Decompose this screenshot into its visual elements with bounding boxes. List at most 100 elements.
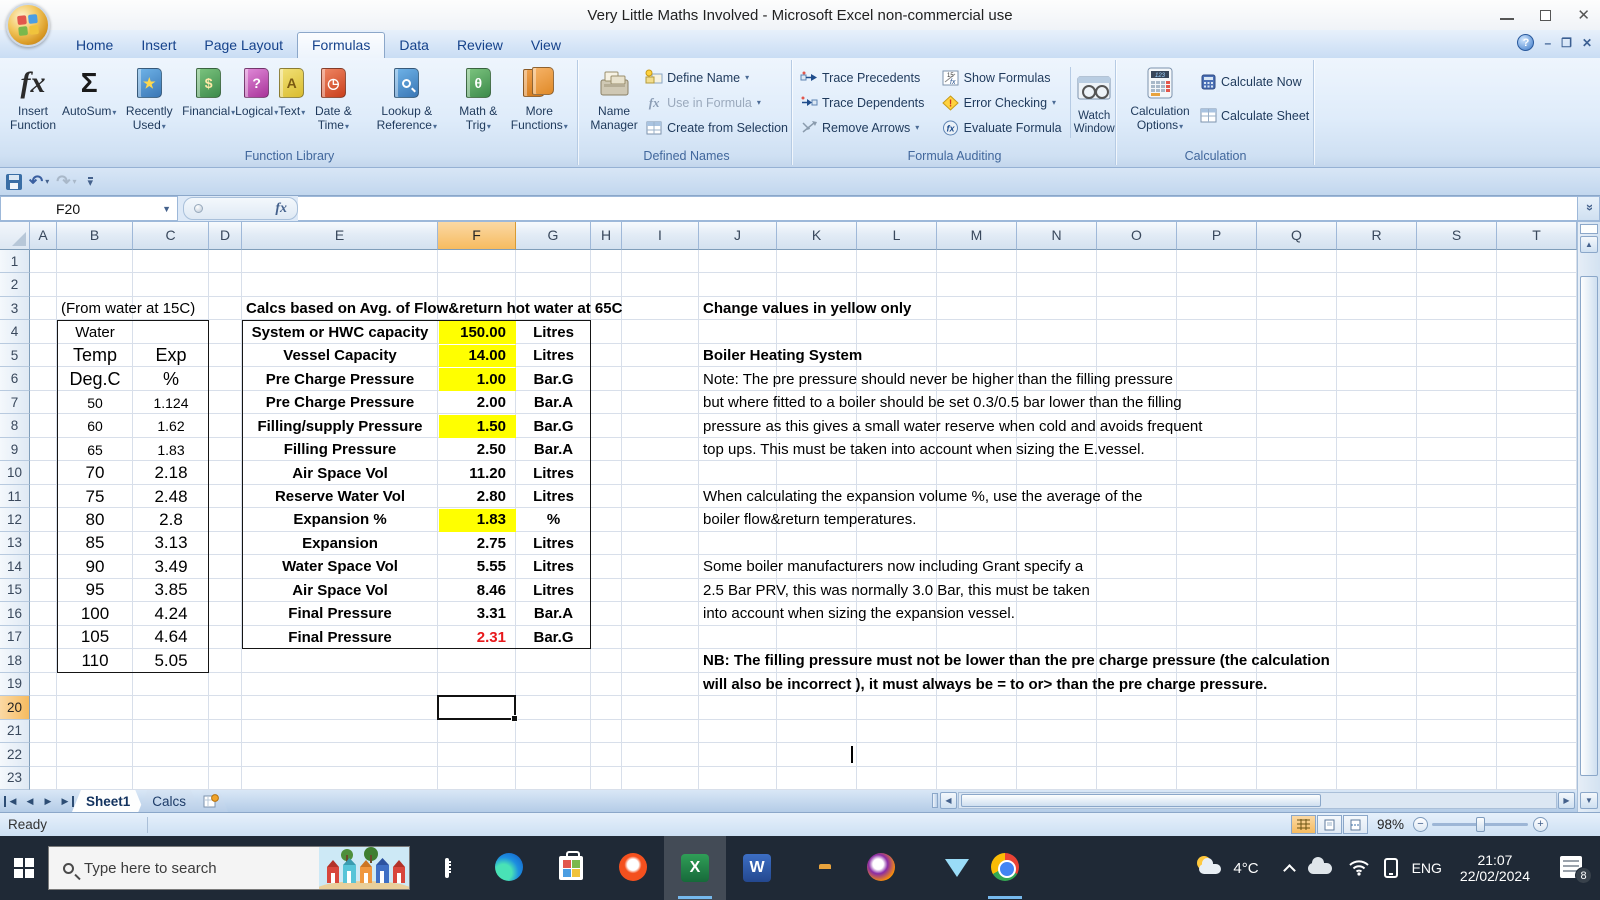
ribbon-minimize-icon[interactable]: – [1544,36,1551,50]
name-manager-button[interactable]: Name Manager [586,60,642,146]
cell-J14[interactable]: Some boiler manufacturers now including … [699,555,1083,578]
ribbon-button-show-formulas[interactable]: 15 fx Show Formulas [939,65,1071,90]
taskbar-app-mail[interactable] [912,836,974,900]
cell-J18[interactable]: NB: The filling pressure must not be low… [699,649,1330,672]
zoom-out-icon[interactable]: − [1413,817,1428,832]
tab-page-layout[interactable]: Page Layout [190,33,297,58]
cell-C18[interactable]: 5.05 [133,649,209,672]
column-header-F[interactable]: F [438,222,516,250]
your-phone-icon[interactable] [1383,858,1398,878]
ribbon-button-more-functions[interactable]: More Functions▾ [505,60,574,146]
cell-J3[interactable]: Change values in yellow only [699,297,911,320]
vertical-split-handle[interactable] [1580,224,1598,234]
vertical-scrollbar-thumb[interactable] [1580,276,1598,776]
row-header-9[interactable]: 9 [0,437,30,462]
column-header-H[interactable]: H [591,222,622,250]
first-sheet-icon[interactable]: ◀ [4,795,20,807]
cell-B12[interactable]: 80 [57,508,133,531]
column-header-L[interactable]: L [857,222,937,250]
cell-G7[interactable]: Bar.A [516,391,591,414]
ribbon-button-trace-precedents[interactable]: Trace Precedents [797,65,939,90]
ribbon-button-financial[interactable]: $ Financial▾ [182,60,235,146]
page-break-view-button[interactable] [1343,815,1368,834]
cell-B13[interactable]: 85 [57,532,133,555]
office-button[interactable] [6,3,50,47]
cell-F8[interactable]: 1.50 [438,414,516,437]
row-header-6[interactable]: 6 [0,367,30,391]
cell-J12[interactable]: boiler flow&return temperatures. [699,508,916,531]
cell-C14[interactable]: 3.49 [133,555,209,578]
cell-E5[interactable]: Vessel Capacity [242,344,438,367]
redo-button[interactable]: ↷ ▾ [56,173,76,190]
cell-C11[interactable]: 2.48 [133,485,209,508]
tab-insert[interactable]: Insert [127,33,190,58]
column-header-B[interactable]: B [57,222,133,250]
taskbar-app-store[interactable] [540,836,602,900]
taskbar-app-excel[interactable]: X [664,836,726,900]
ribbon-button-calculate-now[interactable]: Calculate Now [1196,69,1312,94]
cell-B8[interactable]: 60 [57,414,133,437]
ribbon-button-math-trig[interactable]: θ Math & Trig▾ [452,60,505,146]
column-header-G[interactable]: G [516,222,591,250]
taskbar-app-file-explorer[interactable] [788,836,850,900]
cell-G17[interactable]: Bar.G [516,626,591,649]
cell-J19[interactable]: will also be incorrect ), it must always… [699,673,1267,696]
start-button[interactable] [0,836,48,900]
ribbon-button-define-name[interactable]: Define Name ▾ [642,65,791,90]
taskbar-app-task-view[interactable] [416,836,478,900]
column-header-S[interactable]: S [1417,222,1497,250]
zoom-in-icon[interactable]: + [1533,817,1548,832]
column-header-Q[interactable]: Q [1257,222,1337,250]
ribbon-button-date-time[interactable]: ◷ Date & Time▾ [305,60,361,146]
sheet-tab-calcs[interactable]: Calcs [138,790,200,812]
selected-cell-F20[interactable] [437,695,518,723]
column-header-O[interactable]: O [1097,222,1177,250]
cell-E7[interactable]: Pre Charge Pressure [242,391,438,414]
cell-E8[interactable]: Filling/supply Pressure [242,414,438,437]
cell-C9[interactable]: 1.83 [133,438,209,461]
cell-F6[interactable]: 1.00 [438,367,516,390]
cell-G5[interactable]: Litres [516,344,591,367]
column-header-C[interactable]: C [133,222,209,250]
help-icon[interactable]: ? [1517,34,1535,51]
column-header-E[interactable]: E [242,222,438,250]
row-header-17[interactable]: 17 [0,625,30,650]
cell-C10[interactable]: 2.18 [133,461,209,484]
sheet-tab-sheet1[interactable]: Sheet1 [72,790,144,812]
next-sheet-icon[interactable]: ▶ [40,796,56,807]
zoom-slider[interactable] [1432,817,1528,832]
weather-widget[interactable]: 4°C [1195,856,1259,880]
cell-J11[interactable]: When calculating the expansion volume %,… [699,485,1142,508]
name-box[interactable]: F20 ▼ [0,196,178,221]
cell-E14[interactable]: Water Space Vol [242,555,438,578]
row-header-4[interactable]: 4 [0,320,30,344]
tab-home[interactable]: Home [62,33,127,58]
normal-view-button[interactable] [1291,815,1316,834]
page-layout-view-button[interactable] [1317,815,1342,834]
last-sheet-icon[interactable]: ▶ [58,795,74,807]
cell-J7[interactable]: but where fitted to a boiler should be s… [699,391,1182,414]
previous-sheet-icon[interactable]: ◀ [22,796,38,807]
row-header-11[interactable]: 11 [0,484,30,509]
column-header-M[interactable]: M [937,222,1017,250]
cell-B17[interactable]: 105 [57,626,133,649]
column-header-D[interactable]: D [209,222,242,250]
cell-B6[interactable]: Deg.C [57,367,133,390]
expand-formula-bar-button[interactable]: « [1577,196,1600,221]
cell-B16[interactable]: 100 [57,602,133,625]
cell-F14[interactable]: 5.55 [438,555,516,578]
cell-F15[interactable]: 8.46 [438,579,516,602]
cell-C15[interactable]: 3.85 [133,579,209,602]
cell-C12[interactable]: 2.8 [133,508,209,531]
cell-G12[interactable]: % [516,508,591,531]
cell-B14[interactable]: 90 [57,555,133,578]
tab-data[interactable]: Data [385,33,443,58]
watch-window-button[interactable]: Watch Window [1073,65,1115,146]
taskbar-search[interactable]: Type here to search [48,846,410,890]
ribbon-button-lookup-reference[interactable]: Lookup & Reference▾ [361,60,452,146]
cell-C6[interactable]: % [133,367,209,390]
ribbon-button-error-checking[interactable]: ! Error Checking ▾ [939,90,1071,115]
cell-G9[interactable]: Bar.A [516,438,591,461]
cell-G16[interactable]: Bar.A [516,602,591,625]
cell-F12[interactable]: 1.83 [438,508,516,531]
